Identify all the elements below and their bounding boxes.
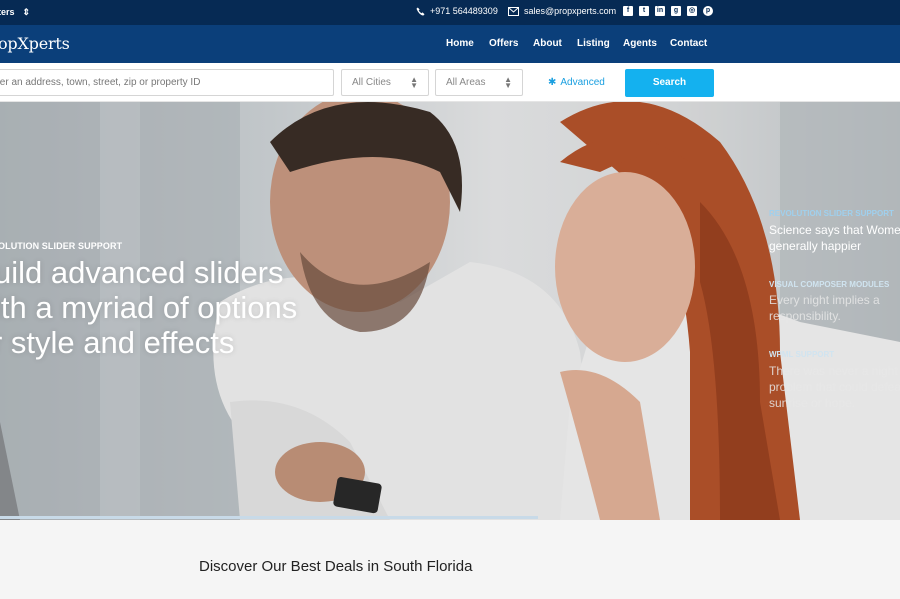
slider-progress-bar — [0, 516, 538, 519]
area-select[interactable]: All Areas ▲ ▼ — [435, 69, 523, 96]
twitter-icon[interactable]: t — [639, 6, 649, 16]
email-address: sales@propxperts.com — [524, 6, 617, 16]
hero-headline-line-3: r style and effects — [0, 325, 235, 360]
select-caret-icon: ▲ ▼ — [504, 75, 512, 90]
side-text-3a: There was never a night o — [769, 364, 900, 378]
hero-slider[interactable]: OLUTION SLIDER SUPPORT uild advanced sli… — [0, 102, 900, 520]
hero-headline-line-2: ith a myriad of options — [0, 290, 298, 325]
side-text-1a: Science says that Women — [769, 223, 900, 237]
nav-item-offers[interactable]: Offers — [489, 38, 533, 49]
main-nav: opXperts Home Offers About Listing Agent… — [0, 25, 900, 63]
nav-item-about[interactable]: About — [533, 38, 577, 49]
nav-item-home[interactable]: Home — [446, 38, 489, 49]
side-text-3b: problem that could defeat — [769, 380, 900, 394]
phone-icon — [416, 6, 425, 16]
instagram-icon[interactable]: ◎ — [687, 6, 697, 16]
sort-arrows-icon: ⇕ — [22, 6, 31, 17]
language-label: ters — [0, 7, 15, 17]
search-bar: ter an address, town, street, zip or pro… — [0, 63, 900, 102]
phone-contact[interactable]: +971 564489309 — [416, 6, 498, 16]
linkedin-icon[interactable]: in — [655, 6, 665, 16]
advanced-label: Advanced — [560, 77, 605, 88]
phone-number: +971 564489309 — [430, 6, 498, 16]
google-plus-icon[interactable]: g — [671, 6, 681, 16]
pinterest-icon[interactable]: p — [703, 6, 713, 16]
side-text-2a: Every night implies a — [769, 293, 880, 307]
language-selector[interactable]: ters ⇕ — [0, 7, 30, 17]
envelope-icon — [508, 6, 519, 16]
side-text-3c: sunrise or hope. — [769, 396, 856, 410]
city-select[interactable]: All Cities ▲ ▼ — [341, 69, 429, 96]
nav-item-listing[interactable]: Listing — [577, 38, 623, 49]
top-bar: ters ⇕ +971 564489309 sales@propxperts.c… — [0, 0, 900, 25]
side-heading-3: WPML SUPPORT — [769, 350, 835, 359]
side-heading-2: VISUAL COMPOSER MODULES — [769, 280, 890, 289]
city-select-value: All Cities — [352, 77, 391, 88]
hero-tagline: OLUTION SLIDER SUPPORT — [0, 241, 123, 251]
select-caret-icon: ▲ ▼ — [410, 75, 418, 90]
deals-title: Discover Our Best Deals in South Florida — [199, 558, 473, 575]
search-button[interactable]: Search — [625, 69, 714, 97]
nav-menu: Home Offers About Listing Agents Contact — [446, 38, 710, 49]
side-heading-1: REVOLUTION SLIDER SUPPORT — [769, 209, 894, 218]
hero-headline-line-1: uild advanced sliders — [0, 255, 284, 290]
side-text-2b: responsibility. — [769, 309, 841, 323]
side-text-1b: generally happier — [769, 239, 862, 253]
social-links: f t in g ◎ p — [623, 6, 713, 16]
nav-item-contact[interactable]: Contact — [670, 38, 710, 49]
deals-section: Discover Our Best Deals in South Florida — [0, 520, 900, 599]
gear-icon: ✱ — [548, 77, 557, 88]
search-input[interactable]: ter an address, town, street, zip or pro… — [0, 69, 334, 96]
nav-item-agents[interactable]: Agents — [623, 38, 670, 49]
facebook-icon[interactable]: f — [623, 6, 633, 16]
area-select-value: All Areas — [446, 77, 486, 88]
site-logo[interactable]: opXperts — [0, 34, 70, 53]
advanced-search-link[interactable]: ✱ Advanced — [548, 77, 605, 88]
email-contact[interactable]: sales@propxperts.com — [508, 6, 616, 16]
